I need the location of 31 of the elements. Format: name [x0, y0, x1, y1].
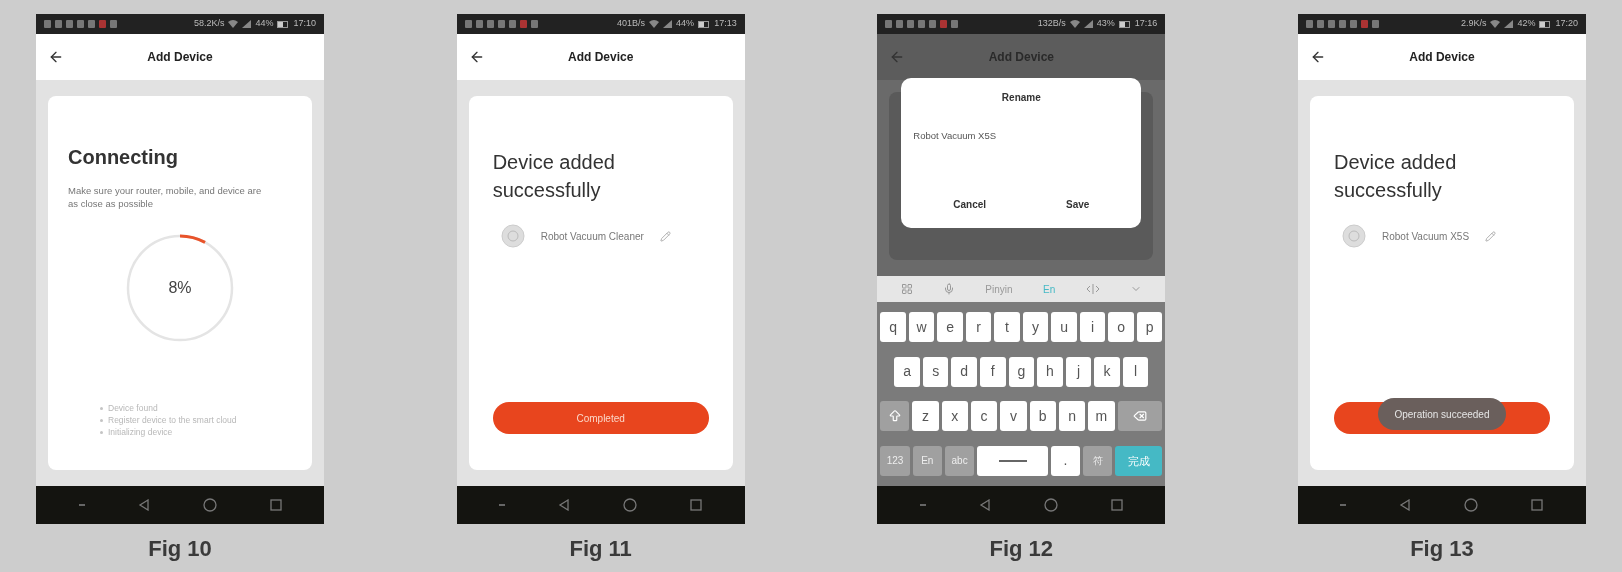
heading: Connecting [68, 145, 179, 170]
dialog-title: Rename [1001, 91, 1041, 105]
clock-time: 17:10 [293, 17, 316, 31]
clock-time: 17:20 [1555, 17, 1578, 31]
step-item: Device found [108, 402, 158, 414]
heading: Device added successfully [1333, 150, 1458, 203]
battery-percent: 42% [1517, 17, 1536, 31]
progress-percent: 8% [167, 278, 193, 298]
network-speed: 58.2K/s [193, 17, 225, 31]
screen-title: Add Device [1409, 49, 1475, 66]
operation-toast: Operation succeeded [1378, 398, 1506, 430]
figure-caption: Fig 13 [1410, 535, 1474, 563]
figure-caption: Fig 10 [148, 535, 212, 563]
network-speed: 2.9K/s [1460, 17, 1487, 31]
device-name: Robot Vacuum Cleaner [540, 229, 644, 244]
device-name: Robot Vacuum X5S [1381, 229, 1470, 244]
battery-percent: 43% [1096, 17, 1115, 31]
figure-caption: Fig 11 [569, 535, 632, 563]
hint-text: Make sure your router, mobile, and device are as close as possible [68, 184, 263, 210]
battery-percent: 44% [255, 17, 274, 31]
clock-time: 17:16 [1134, 17, 1158, 31]
figure-caption: Fig 12 [989, 535, 1054, 563]
battery-percent: 44% [676, 17, 695, 31]
heading: Device added successfully [492, 150, 616, 203]
step-item: Register device to the smart cloud [108, 414, 237, 426]
step-item: Initializing device [108, 426, 173, 438]
screen-title: Add Device [568, 49, 634, 66]
clock-time: 17:13 [714, 17, 737, 31]
network-speed: 132B/s [1037, 17, 1066, 31]
screen-title: Add Device [147, 49, 213, 66]
network-speed: 401B/s [617, 17, 646, 31]
